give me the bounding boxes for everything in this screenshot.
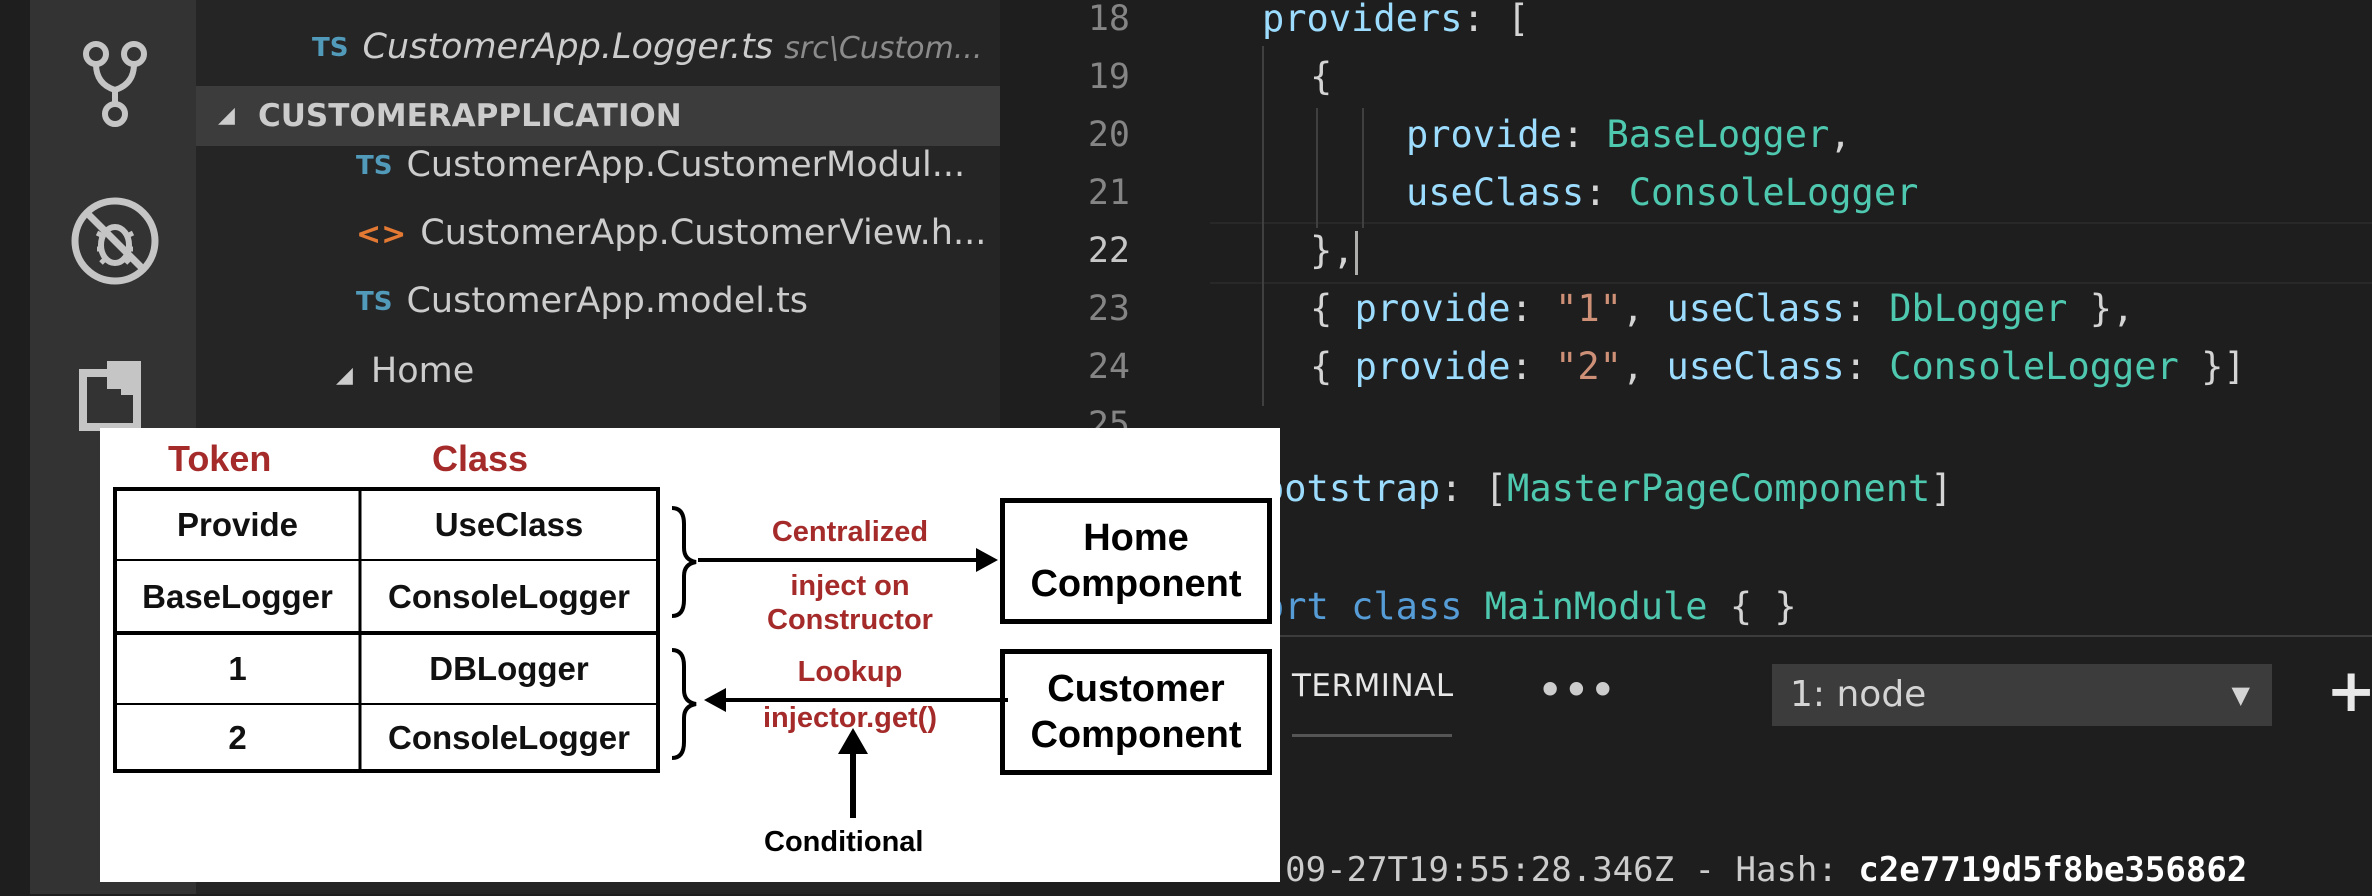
file-name: CustomerApp.Logger.ts xyxy=(362,27,774,67)
current-line-highlight xyxy=(1210,222,2372,284)
code-line: providers: [ xyxy=(1262,0,1530,40)
line-number: 20 xyxy=(1087,115,1130,155)
line-number: 23 xyxy=(1087,289,1130,329)
line-number: 19 xyxy=(1087,57,1130,97)
code-line: { provide: "2", useClass: ConsoleLogger … xyxy=(1310,345,2246,388)
chevron-down-icon: ▼ xyxy=(2231,681,2250,709)
indent-guide xyxy=(1362,108,1364,228)
collapse-arrow-icon: ◢ xyxy=(218,103,235,128)
lookup-label: Lookup xyxy=(797,656,903,688)
more-actions-icon[interactable]: ••• xyxy=(1538,668,1617,712)
customer-component-box: Customer Component xyxy=(1000,649,1272,775)
conditional-label: Conditional xyxy=(764,826,924,858)
folder-item[interactable]: ◢ Home xyxy=(336,344,1000,398)
table-cell: DBLogger xyxy=(429,649,589,687)
constructor-label: Constructor xyxy=(767,604,933,636)
code-line: { xyxy=(1310,55,1333,98)
collapse-arrow-icon: ◢ xyxy=(336,363,353,388)
active-tab-indicator xyxy=(1292,734,1452,737)
terminal-select-value: 1: node xyxy=(1790,674,1927,715)
new-terminal-icon[interactable]: + xyxy=(2326,656,2372,726)
file-name: CustomerApp.model.ts xyxy=(406,281,809,321)
file-name: CustomerApp.CustomerView.h... xyxy=(420,213,987,253)
explorer-section-header[interactable]: ◢ CUSTOMERAPPLICATION xyxy=(196,86,1000,146)
line-number: 21 xyxy=(1087,173,1130,213)
indent-guide xyxy=(1316,108,1318,228)
typescript-file-icon: TS xyxy=(356,287,393,317)
typescript-file-icon: TS xyxy=(356,151,393,181)
indent-guide xyxy=(1262,46,1264,406)
code-line: { provide: "1", useClass: DbLogger }, xyxy=(1310,287,2135,330)
line-number: 18 xyxy=(1087,0,1130,39)
line-number-active: 22 xyxy=(1087,231,1130,271)
file-item[interactable]: <> CustomerApp.CustomerView.h... xyxy=(356,206,1000,260)
code-line: useClass: ConsoleLogger xyxy=(1406,171,1919,214)
code-line: provide: BaseLogger, xyxy=(1406,113,1852,156)
table-cell: 1 xyxy=(228,649,247,687)
debug-icon[interactable] xyxy=(60,186,170,296)
injector-get-label: injector.get() xyxy=(762,702,937,734)
table-cell: 2 xyxy=(228,718,247,756)
line-number: 24 xyxy=(1087,347,1130,387)
home-component-box: Home Component xyxy=(1000,498,1272,624)
source-control-icon[interactable] xyxy=(60,30,170,140)
section-title: CUSTOMERAPPLICATION xyxy=(258,98,682,134)
open-editor-item[interactable]: TS CustomerApp.Logger.ts src\Custom... xyxy=(312,20,1000,74)
file-item[interactable]: TS CustomerApp.CustomerModul... xyxy=(356,138,1000,192)
table-cell: ConsoleLogger xyxy=(387,718,630,756)
terminal-select[interactable]: 1: node ▼ xyxy=(1772,664,2272,726)
file-name: CustomerApp.CustomerModul... xyxy=(406,145,966,185)
code-line: ort class MainModule { } xyxy=(1262,585,1797,628)
dependency-injection-diagram: Token Class Provide UseClass BaseLogger … xyxy=(100,428,1280,882)
text-cursor xyxy=(1354,230,1358,275)
typescript-file-icon: TS xyxy=(312,33,349,63)
code-line: ootstrap: [MasterPageComponent] xyxy=(1262,467,1953,510)
folder-name: Home xyxy=(370,351,475,391)
table-cell: UseClass xyxy=(434,505,584,543)
table-cell: BaseLogger xyxy=(142,577,333,615)
centralized-label: Centralized xyxy=(771,516,929,548)
html-file-icon: <> xyxy=(356,217,407,252)
file-item[interactable]: TS CustomerApp.model.ts xyxy=(356,274,1000,328)
code-line: }, xyxy=(1310,222,1358,280)
tab-terminal[interactable]: TERMINAL xyxy=(1292,668,1454,704)
inject-label: inject on xyxy=(790,570,910,602)
file-path: src\Custom... xyxy=(784,31,983,66)
table-cell: ConsoleLogger xyxy=(387,577,630,615)
table-cell: Provide xyxy=(176,505,299,543)
